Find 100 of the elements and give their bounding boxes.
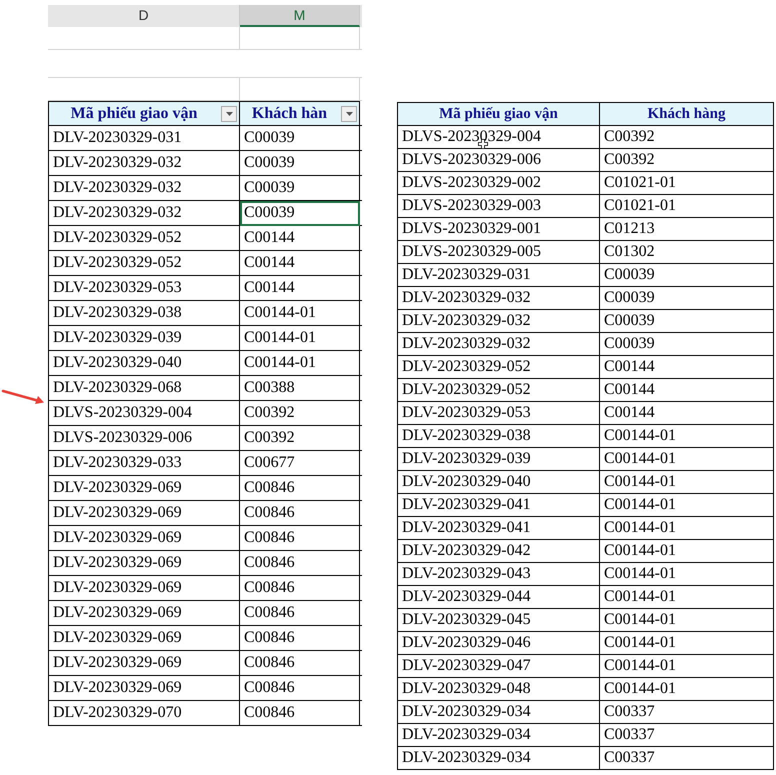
table-cell: DLV-20230329-032 [48, 151, 240, 176]
table-cell: C01021-01 [600, 172, 774, 195]
table-cell: C00846 [240, 701, 360, 726]
table-cell: DLVS-20230329-003 [398, 195, 600, 218]
table-cell: DLV-20230329-032 [48, 201, 240, 226]
table-cell: DLV-20230329-048 [398, 678, 600, 701]
filter-dropdown-button[interactable] [341, 106, 357, 122]
table-cell: C00392 [240, 426, 360, 451]
table-cell: C00677 [240, 451, 360, 476]
table-cell: C00144-01 [240, 301, 360, 326]
table-cell: C01302 [600, 241, 774, 264]
table-cell: C00039 [600, 310, 774, 333]
table-cell: C00144-01 [600, 517, 774, 540]
arrow-icon [1, 389, 45, 405]
table-cell: C00144-01 [600, 494, 774, 517]
table-cell: C00846 [240, 651, 360, 676]
table-cell: C00039 [600, 264, 774, 287]
column-heading: Mã phiếu giao vận [48, 101, 240, 126]
table-cell: DLV-20230329-032 [48, 176, 240, 201]
table-cell: C00846 [240, 676, 360, 701]
table-cell: C00144 [600, 356, 774, 379]
table-cell: DLV-20230329-032 [398, 333, 600, 356]
table-cell: DLV-20230329-069 [48, 676, 240, 701]
table-cell: C00846 [240, 626, 360, 651]
table-cell: C00846 [240, 551, 360, 576]
table-cell: C00144-01 [600, 540, 774, 563]
table-cell: C00337 [600, 701, 774, 724]
table-cell: C00144-01 [600, 471, 774, 494]
column-heading: Mã phiếu giao vận [398, 103, 600, 126]
table-cell: DLV-20230329-031 [48, 126, 240, 151]
table-cell: C01021-01 [600, 195, 774, 218]
table-cell: C00039 [240, 126, 360, 151]
table-cell: DLV-20230329-053 [398, 402, 600, 425]
table-cell: DLVS-20230329-005 [398, 241, 600, 264]
table-cell: DLV-20230329-032 [398, 287, 600, 310]
table-cell: DLV-20230329-043 [398, 563, 600, 586]
table-cell: C00144-01 [600, 425, 774, 448]
table-cell: C00144-01 [600, 586, 774, 609]
table-cell: DLV-20230329-045 [398, 609, 600, 632]
table-cell: DLV-20230329-052 [398, 379, 600, 402]
table-cell: C00144-01 [600, 655, 774, 678]
table-cell: DLV-20230329-052 [398, 356, 600, 379]
table-cell: DLV-20230329-038 [398, 425, 600, 448]
table-cell: DLV-20230329-042 [398, 540, 600, 563]
table-cell: C00144-01 [600, 609, 774, 632]
table-cell: C00144 [240, 226, 360, 251]
table-cell: DLV-20230329-069 [48, 526, 240, 551]
table-cell: C00144 [600, 379, 774, 402]
table-cell: DLVS-20230329-002 [398, 172, 600, 195]
table-cell: C00144 [600, 402, 774, 425]
table-cell: DLV-20230329-069 [48, 476, 240, 501]
table-cell: DLV-20230329-052 [48, 226, 240, 251]
table-cell: DLV-20230329-069 [48, 576, 240, 601]
table-cell: C00392 [600, 149, 774, 172]
table-cell: C00846 [240, 501, 360, 526]
table-cell: DLV-20230329-069 [48, 601, 240, 626]
filter-dropdown-button[interactable] [221, 106, 237, 122]
table-cell: C00392 [240, 401, 360, 426]
table-cell: C00337 [600, 747, 774, 770]
table-cell: DLV-20230329-039 [48, 326, 240, 351]
table-cell: DLV-20230329-034 [398, 701, 600, 724]
table-cell: DLV-20230329-053 [48, 276, 240, 301]
column-heading: Khách hàn [239, 101, 360, 126]
table-cell: DLV-20230329-038 [48, 301, 240, 326]
table-cell: C01213 [600, 218, 774, 241]
table-cell: DLV-20230329-033 [48, 451, 240, 476]
table-cell: DLV-20230329-031 [398, 264, 600, 287]
table-cell: DLV-20230329-069 [48, 626, 240, 651]
table-cell: DLV-20230329-069 [48, 501, 240, 526]
table-cell: DLV-20230329-039 [398, 448, 600, 471]
table-cell: DLV-20230329-034 [398, 724, 600, 747]
table-cell: C00039 [240, 176, 360, 201]
table-cell: C00039 [600, 287, 774, 310]
table-cell: DLV-20230329-046 [398, 632, 600, 655]
column-header[interactable]: M [240, 5, 360, 27]
table-cell: C00144-01 [600, 632, 774, 655]
table-cell: C00144 [240, 251, 360, 276]
table-cell: DLV-20230329-040 [398, 471, 600, 494]
table-cell: C00039 [240, 151, 360, 176]
table-cell: C00144-01 [600, 563, 774, 586]
column-heading: Khách hàng [600, 103, 774, 126]
table-cell: C00846 [240, 601, 360, 626]
table-cell: DLVS-20230329-006 [48, 426, 240, 451]
table-cell: DLV-20230329-069 [48, 651, 240, 676]
table-cell: C00388 [240, 376, 360, 401]
table-cell: C00337 [600, 724, 774, 747]
table-cell: C00144-01 [600, 678, 774, 701]
table-cell: DLV-20230329-034 [398, 747, 600, 770]
table-cell: DLV-20230329-068 [48, 376, 240, 401]
table-cell: C00144-01 [240, 351, 360, 376]
table-cell: C00144-01 [600, 448, 774, 471]
table-cell: C00039 [600, 333, 774, 356]
table-cell: DLV-20230329-070 [48, 701, 240, 726]
caret-icon [226, 112, 232, 116]
table-cell: DLV-20230329-040 [48, 351, 240, 376]
table-cell: DLV-20230329-047 [398, 655, 600, 678]
table-cell: C00144 [240, 276, 360, 301]
table-cell: DLVS-20230329-001 [398, 218, 600, 241]
table-cell: C00039 [240, 201, 360, 226]
table-cell: C00392 [600, 126, 774, 149]
